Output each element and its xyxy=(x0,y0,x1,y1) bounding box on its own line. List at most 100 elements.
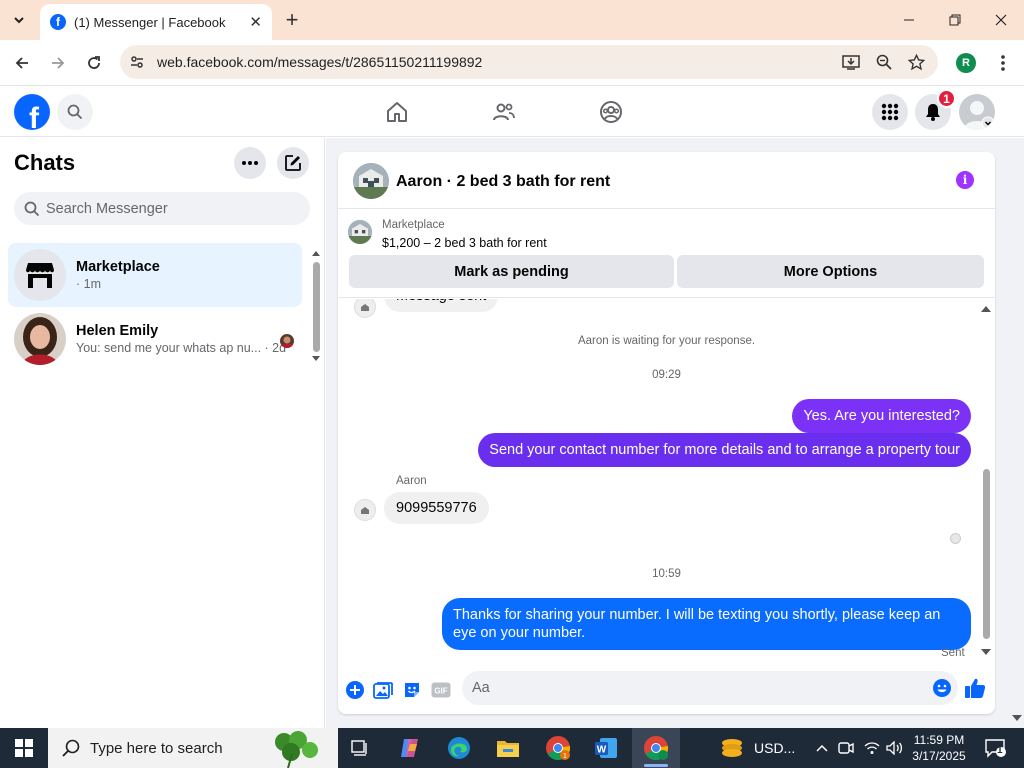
browser-profile-avatar[interactable]: R xyxy=(956,53,976,73)
emoji-icon[interactable] xyxy=(932,678,952,698)
forward-button[interactable] xyxy=(46,51,70,75)
word-app[interactable]: W xyxy=(590,732,622,764)
conversation-marketplace[interactable]: Marketplace · 1m xyxy=(8,243,302,307)
gif-icon[interactable]: GIF xyxy=(430,679,452,701)
message-list-scrollbar[interactable] xyxy=(980,299,992,667)
nav-groups-button[interactable] xyxy=(598,99,624,125)
folder-icon xyxy=(497,741,519,757)
message-bubble-incoming[interactable]: 9099559776 xyxy=(384,492,489,524)
messenger-search-field[interactable] xyxy=(14,192,310,225)
more-options-button[interactable]: More Options xyxy=(677,255,984,288)
minimize-button[interactable] xyxy=(894,8,924,32)
zoom-icon[interactable] xyxy=(875,53,893,71)
account-avatar[interactable] xyxy=(959,94,995,130)
back-button[interactable] xyxy=(10,51,34,75)
close-icon xyxy=(995,14,1007,26)
sidebar-scroll-thumb[interactable] xyxy=(313,262,320,352)
browser-tab-bar: f (1) Messenger | Facebook ✕ + xyxy=(0,0,1024,40)
seen-receipt-avatar xyxy=(950,533,961,544)
conversation-card: Aaron · 2 bed 3 bath for rent i Marketpl… xyxy=(338,152,995,714)
message-input-field[interactable] xyxy=(462,671,958,705)
sidebar-scrollbar[interactable] xyxy=(312,250,320,362)
svg-text:GIF: GIF xyxy=(434,687,447,696)
currency-widget-text: USD... xyxy=(754,740,796,756)
kebab-menu-icon xyxy=(1001,55,1005,71)
waiting-notice: Aaron is waiting for your response. xyxy=(577,335,756,347)
tab-search-button[interactable] xyxy=(6,7,32,33)
conversation-info-icon[interactable]: i xyxy=(956,171,974,189)
messenger-search-input[interactable] xyxy=(46,200,296,217)
currency-widget[interactable]: USD... xyxy=(720,732,800,764)
close-window-button[interactable] xyxy=(986,8,1016,32)
conversation-helen-emily[interactable]: Helen Emily You: send me your whats ap n… xyxy=(8,307,302,371)
taskbar-search-input[interactable] xyxy=(90,739,260,757)
site-settings-icon[interactable] xyxy=(128,53,146,71)
scroll-up-icon xyxy=(981,306,991,312)
new-message-button[interactable] xyxy=(277,147,309,179)
facebook-logo-icon[interactable]: f xyxy=(14,94,50,130)
clock-date: 3/17/2025 xyxy=(912,749,966,763)
conversation-title[interactable]: Aaron · 2 bed 3 bath for rent xyxy=(396,173,610,191)
message-bubble-outgoing[interactable]: Send your contact number for more detail… xyxy=(478,433,971,467)
listing-price-title[interactable]: $1,200 – 2 bed 3 bath for rent xyxy=(382,236,547,250)
wifi-icon xyxy=(864,742,880,754)
marketplace-label: Marketplace xyxy=(382,219,445,231)
restore-button[interactable] xyxy=(940,8,970,32)
task-view-button[interactable] xyxy=(346,732,376,764)
menu-grid-button[interactable] xyxy=(872,94,908,130)
nav-home-button[interactable] xyxy=(384,99,410,125)
tab-close-icon[interactable]: ✕ xyxy=(249,13,262,31)
message-list[interactable]: Message sent Aaron is waiting for your r… xyxy=(338,299,995,667)
chats-options-button[interactable] xyxy=(234,147,266,179)
start-button[interactable] xyxy=(8,732,40,764)
more-actions-plus-icon[interactable] xyxy=(344,679,366,701)
taskbar-search-box[interactable] xyxy=(48,728,338,768)
facebook-favicon-icon: f xyxy=(50,14,66,30)
message-bubble-outgoing[interactable]: Thanks for sharing your number. I will b… xyxy=(442,598,971,650)
reload-button[interactable] xyxy=(82,51,106,75)
taskbar-clock[interactable]: 11:59 PM 3/17/2025 xyxy=(906,732,972,764)
edge-icon xyxy=(448,737,470,759)
browser-address-bar: web.facebook.com/messages/t/286511502111… xyxy=(0,40,1024,86)
copilot-app[interactable] xyxy=(394,732,426,764)
chrome-icon xyxy=(644,736,669,761)
like-thumbs-up-icon[interactable] xyxy=(964,677,986,699)
facebook-search-button[interactable] xyxy=(57,94,93,130)
compose-icon xyxy=(285,155,301,171)
attach-photo-icon[interactable] xyxy=(372,679,394,701)
conversation-timestamp: · 1m xyxy=(76,277,101,291)
browser-tab-messenger[interactable]: f (1) Messenger | Facebook ✕ xyxy=(40,4,272,40)
page-scroll-down-icon[interactable] xyxy=(1012,715,1022,722)
reload-icon xyxy=(88,56,100,69)
chrome-app[interactable]: 1 xyxy=(541,732,575,764)
message-input[interactable] xyxy=(472,680,912,696)
listing-avatar[interactable] xyxy=(353,163,389,199)
grid-menu-icon xyxy=(881,103,899,121)
edge-app[interactable] xyxy=(443,732,475,764)
meet-now-tray-icon[interactable] xyxy=(836,732,856,764)
sticker-icon[interactable] xyxy=(401,679,423,701)
action-center-button[interactable]: 1 xyxy=(980,732,1010,764)
mark-as-pending-button[interactable]: Mark as pending xyxy=(349,255,674,288)
message-bubble-outgoing[interactable]: Yes. Are you interested? xyxy=(792,399,971,433)
listing-thumbnail[interactable] xyxy=(348,220,372,244)
new-tab-button[interactable]: + xyxy=(280,7,304,32)
conversation-name: Marketplace xyxy=(76,259,160,275)
conversation-preview: You: send me your whats ap nu... · 2d xyxy=(76,341,287,355)
read-receipt-avatar xyxy=(280,334,294,348)
omnibox[interactable]: web.facebook.com/messages/t/286511502111… xyxy=(120,45,938,79)
chevron-up-icon xyxy=(816,744,828,752)
browser-menu-button[interactable] xyxy=(993,52,1013,74)
chats-title: Chats xyxy=(14,150,76,175)
volume-tray-icon[interactable] xyxy=(884,732,906,764)
svg-text:W: W xyxy=(597,745,607,756)
nav-friends-button[interactable] xyxy=(491,99,517,125)
install-app-icon[interactable] xyxy=(842,53,860,71)
bookmark-star-icon[interactable] xyxy=(907,53,925,71)
network-tray-icon[interactable] xyxy=(862,732,882,764)
show-hidden-icons-button[interactable] xyxy=(812,732,832,764)
chrome-profile-app-active[interactable] xyxy=(632,728,680,768)
file-explorer-app[interactable] xyxy=(492,732,524,764)
message-bubble-incoming[interactable]: Message sent xyxy=(384,299,499,312)
message-scroll-thumb[interactable] xyxy=(983,469,990,639)
